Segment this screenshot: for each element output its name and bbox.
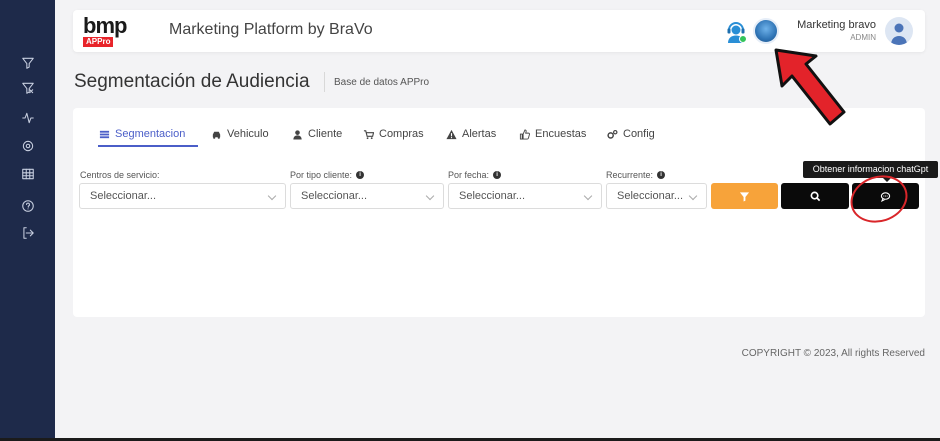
filter-label-fecha: Por fecha: i bbox=[448, 170, 502, 180]
support-agent-icon[interactable] bbox=[724, 19, 748, 43]
profile-photo-avatar[interactable] bbox=[753, 18, 779, 44]
tab-label: Segmentacion bbox=[115, 128, 186, 140]
search-icon bbox=[810, 191, 821, 202]
info-icon[interactable]: i bbox=[493, 171, 502, 179]
gears-icon bbox=[606, 128, 618, 140]
thumbs-up-icon bbox=[518, 128, 530, 140]
tab-cliente[interactable]: Cliente bbox=[291, 128, 342, 140]
tab-label: Cliente bbox=[308, 128, 343, 140]
logo-text: bmp bbox=[83, 13, 127, 38]
filter-label-recurrente: Recurrente: i bbox=[606, 170, 666, 180]
user-name: Marketing bravo bbox=[797, 19, 876, 31]
tab-label: Config bbox=[623, 128, 655, 140]
tab-encuestas[interactable]: Encuestas bbox=[518, 128, 586, 140]
tab-config[interactable]: Config bbox=[606, 128, 655, 140]
filter-label-text: Recurrente: bbox=[606, 170, 654, 180]
tab-label: Alertas bbox=[462, 128, 497, 140]
user-icon bbox=[291, 128, 303, 140]
select-placeholder: Seleccionar... bbox=[90, 190, 157, 202]
select-placeholder: Seleccionar... bbox=[617, 190, 684, 202]
filter-icon[interactable] bbox=[20, 55, 36, 71]
filter-label-text: Por tipo cliente: bbox=[290, 170, 353, 180]
tab-label: Vehiculo bbox=[227, 128, 269, 140]
title-divider bbox=[324, 72, 325, 92]
chevron-down-icon bbox=[267, 191, 277, 201]
filter-icon bbox=[739, 191, 750, 202]
fecha-select[interactable]: Seleccionar... bbox=[448, 183, 602, 209]
centros-servicio-select[interactable]: Seleccionar... bbox=[79, 183, 286, 209]
logo-badge: APPro bbox=[83, 37, 114, 47]
tab-alertas[interactable]: Alertas bbox=[445, 128, 496, 140]
chevron-down-icon bbox=[583, 191, 593, 201]
chevron-down-icon bbox=[688, 191, 698, 201]
sidebar bbox=[0, 0, 55, 441]
app-title: Marketing Platform by BraVo bbox=[169, 21, 373, 38]
table-icon[interactable] bbox=[20, 166, 36, 182]
tab-vehiculo[interactable]: Vehiculo bbox=[210, 128, 269, 140]
settings-icon[interactable] bbox=[20, 138, 36, 154]
user-role: ADMIN bbox=[850, 33, 876, 42]
info-icon[interactable]: i bbox=[356, 171, 365, 179]
tab-label: Compras bbox=[379, 128, 424, 140]
apply-filter-button[interactable] bbox=[711, 183, 778, 209]
annotation-arrow-icon bbox=[774, 48, 846, 126]
warning-icon bbox=[445, 128, 457, 140]
tab-segmentacion[interactable]: Segmentacion bbox=[98, 128, 185, 140]
tab-compras[interactable]: Compras bbox=[362, 128, 424, 140]
logout-icon[interactable] bbox=[20, 225, 36, 241]
search-button[interactable] bbox=[781, 183, 849, 209]
help-icon[interactable] bbox=[20, 198, 36, 214]
copyright-text: COPYRIGHT © 2023, All rights Reserved bbox=[741, 348, 925, 359]
filter-remove-icon[interactable] bbox=[20, 80, 36, 96]
select-placeholder: Seleccionar... bbox=[301, 190, 368, 202]
page-subtitle: Base de datos APPro bbox=[334, 77, 430, 88]
tab-label: Encuestas bbox=[535, 128, 587, 140]
chatgpt-tooltip: Obtener informacion chatGpt bbox=[803, 161, 938, 182]
cart-icon bbox=[362, 128, 374, 140]
user-avatar[interactable] bbox=[885, 17, 913, 45]
tipo-cliente-select[interactable]: Seleccionar... bbox=[290, 183, 444, 209]
list-icon bbox=[98, 128, 110, 140]
active-tab-indicator bbox=[98, 145, 198, 147]
segmentation-card bbox=[73, 108, 925, 317]
filter-label-text: Por fecha: bbox=[448, 170, 490, 180]
select-placeholder: Seleccionar... bbox=[459, 190, 526, 202]
filter-label-tipo-cliente: Por tipo cliente: i bbox=[290, 170, 365, 180]
filter-label-centros: Centros de servicio: bbox=[80, 170, 160, 180]
chevron-down-icon bbox=[425, 191, 435, 201]
recurrente-select[interactable]: Seleccionar... bbox=[606, 183, 707, 209]
car-icon bbox=[210, 128, 222, 140]
activity-icon[interactable] bbox=[20, 110, 36, 126]
page-title: Segmentación de Audiencia bbox=[74, 71, 310, 92]
filter-label-text: Centros de servicio: bbox=[80, 170, 160, 180]
bmp-logo[interactable]: bmp APPro bbox=[83, 13, 133, 47]
info-icon[interactable]: i bbox=[657, 171, 666, 179]
